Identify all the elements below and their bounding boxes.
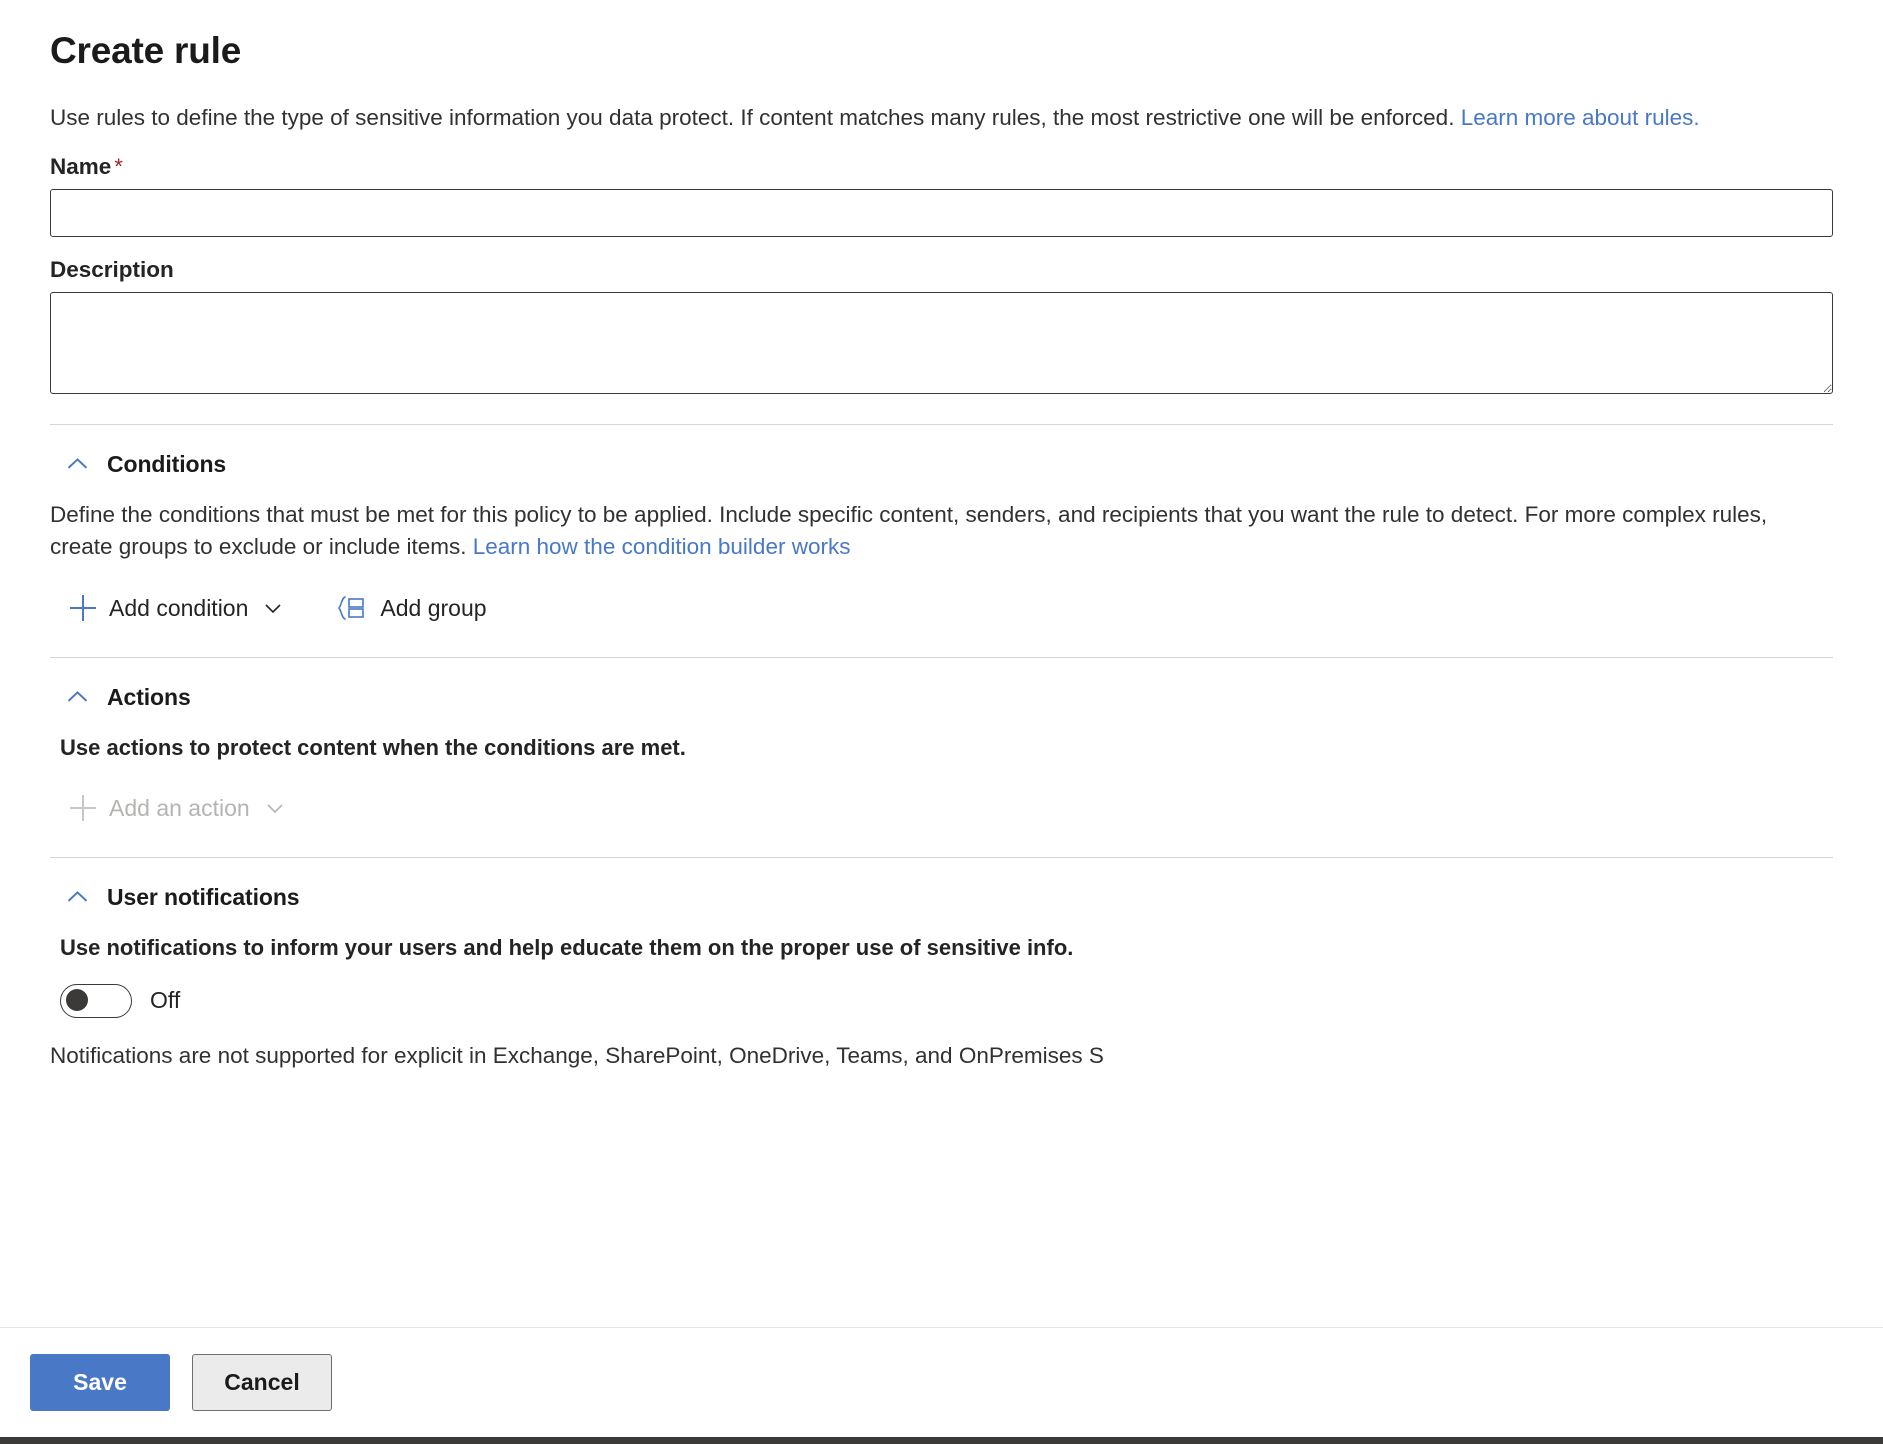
chevron-down-icon — [263, 796, 287, 820]
name-field-label: Name* — [50, 154, 1833, 180]
toggle-switch-knob — [66, 989, 88, 1011]
conditions-command-row: Add condition Add group — [66, 589, 1833, 627]
bottom-edge-bar — [0, 1437, 1883, 1444]
actions-title: Actions — [107, 684, 191, 711]
actions-description: Use actions to protect content when the … — [60, 732, 1820, 763]
required-asterisk: * — [114, 154, 123, 179]
user-notifications-toggle[interactable]: Off — [60, 984, 180, 1018]
condition-builder-link[interactable]: Learn how the condition builder works — [473, 534, 851, 559]
add-an-action-label: Add an action — [109, 797, 250, 820]
intro-text-body: Use rules to define the type of sensitiv… — [50, 105, 1461, 130]
user-notifications-note: Notifications are not supported for expl… — [50, 1040, 1810, 1072]
intro-text: Use rules to define the type of sensitiv… — [50, 102, 1740, 134]
add-group-button[interactable]: Add group — [333, 589, 490, 627]
user-notifications-title: User notifications — [107, 884, 299, 911]
create-rule-panel: Create rule Use rules to define the type… — [0, 0, 1883, 1444]
panel-footer: Save Cancel — [0, 1327, 1883, 1437]
user-notifications-description: Use notifications to inform your users a… — [60, 932, 1820, 963]
plus-icon — [70, 795, 96, 821]
add-group-icon — [337, 595, 367, 621]
chevron-up-icon — [64, 684, 91, 711]
cancel-button[interactable]: Cancel — [192, 1354, 332, 1411]
user-notifications-section-header[interactable]: User notifications — [64, 884, 299, 911]
toggle-switch-track[interactable] — [60, 984, 132, 1018]
panel-scroll-body[interactable]: Create rule Use rules to define the type… — [0, 0, 1883, 1327]
chevron-down-icon — [261, 596, 285, 620]
actions-command-row: Add an action — [66, 789, 1833, 827]
conditions-description-body: Define the conditions that must be met f… — [50, 502, 1767, 559]
divider-after-actions — [50, 857, 1833, 858]
save-button[interactable]: Save — [30, 1354, 170, 1411]
name-label-text: Name — [50, 154, 111, 179]
add-condition-button[interactable]: Add condition — [66, 589, 289, 627]
conditions-section-header[interactable]: Conditions — [64, 451, 226, 478]
learn-more-about-rules-link[interactable]: Learn more about rules. — [1461, 105, 1700, 130]
conditions-title: Conditions — [107, 451, 226, 478]
plus-icon — [70, 595, 96, 621]
actions-section-header[interactable]: Actions — [64, 684, 191, 711]
divider-after-description — [50, 424, 1833, 425]
description-textarea[interactable] — [50, 292, 1833, 394]
description-field-label: Description — [50, 257, 1833, 283]
page-title: Create rule — [50, 28, 1833, 74]
divider-after-conditions — [50, 657, 1833, 658]
name-input[interactable] — [50, 189, 1833, 237]
chevron-up-icon — [64, 884, 91, 911]
conditions-description: Define the conditions that must be met f… — [50, 499, 1810, 563]
chevron-up-icon — [64, 451, 91, 478]
add-group-label: Add group — [380, 597, 486, 620]
toggle-state-label: Off — [150, 987, 180, 1014]
add-condition-label: Add condition — [109, 597, 248, 620]
add-an-action-button[interactable]: Add an action — [66, 789, 291, 827]
